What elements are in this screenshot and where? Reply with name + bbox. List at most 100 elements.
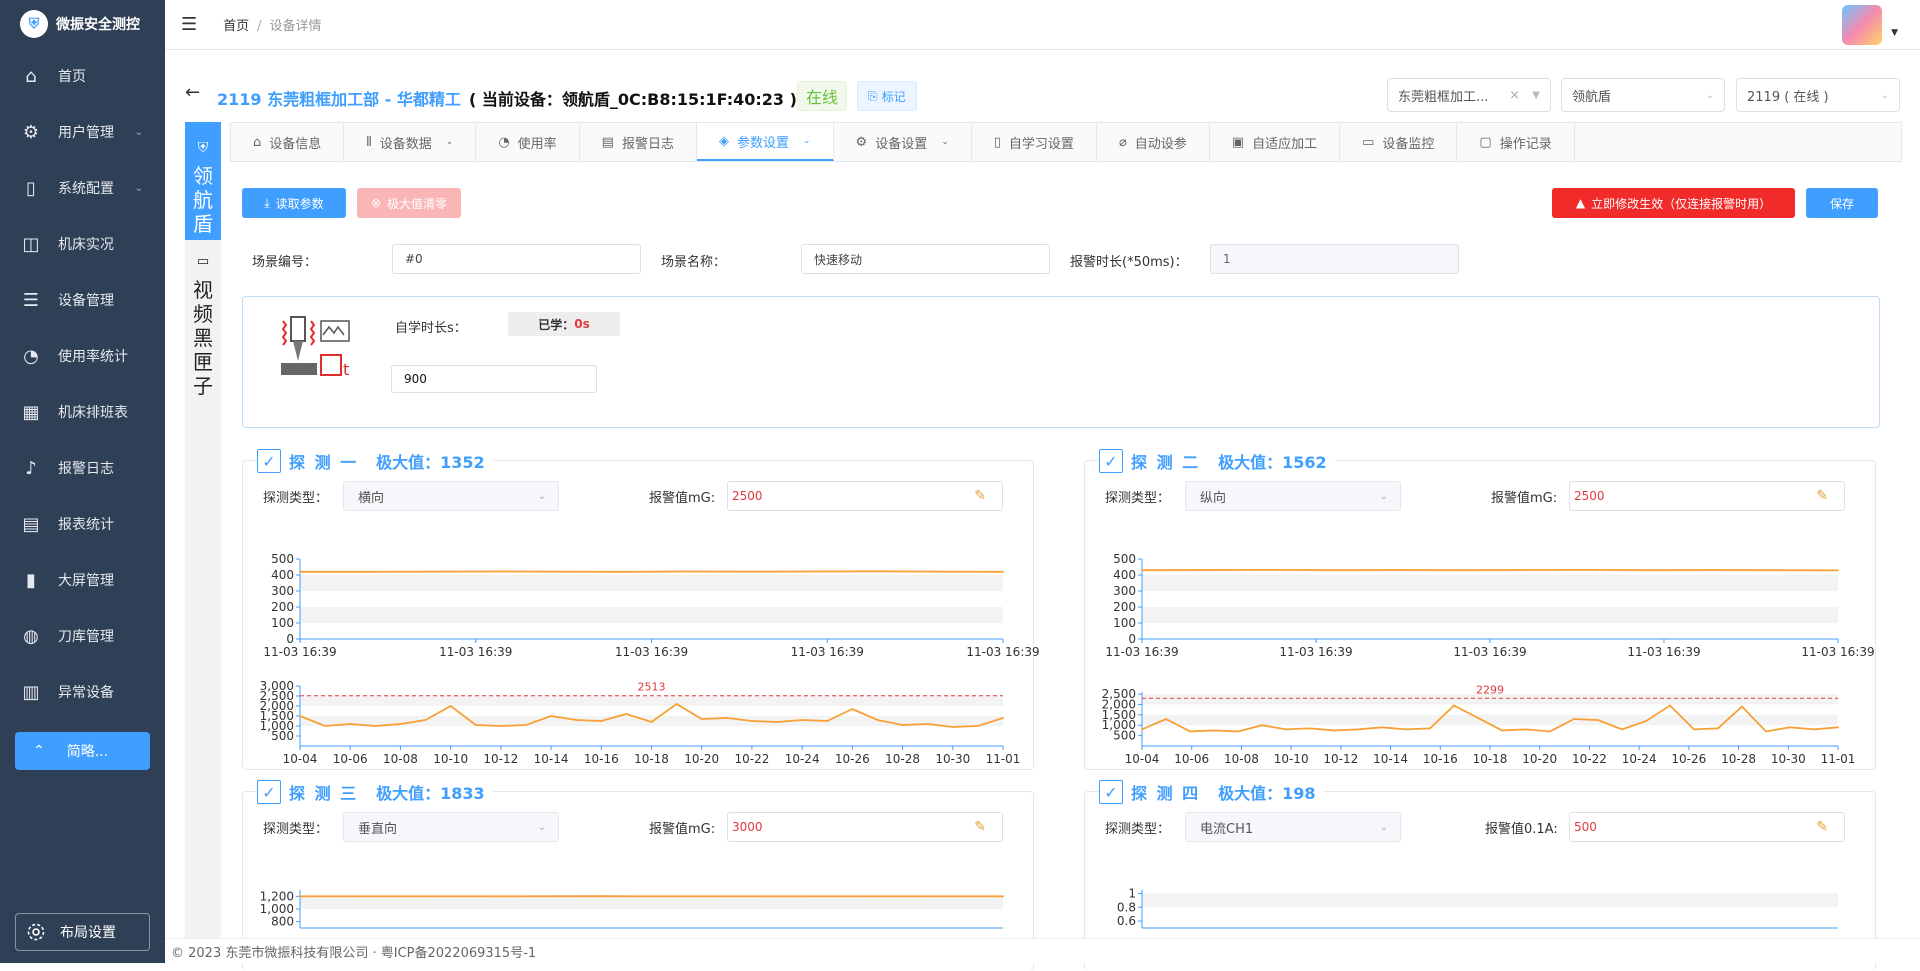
bookmark-icon: ⎘ — [868, 89, 878, 104]
learn-duration-input[interactable]: 900 — [391, 365, 597, 393]
caret-down-icon[interactable]: ▼ — [1891, 28, 1898, 38]
data-point — [746, 571, 748, 573]
grid-band — [1142, 607, 1838, 623]
data-point — [1333, 730, 1335, 732]
sidebar-item-2[interactable]: ▯系统配置⌄ — [0, 160, 165, 216]
edit-pencil-icon[interactable]: ✎ — [974, 488, 986, 504]
tab-3[interactable]: ▤报警日志 — [580, 123, 697, 161]
chevron-down-icon: ⌄ — [1881, 90, 1889, 101]
probe-enable-checkbox[interactable]: ✓ — [257, 780, 281, 804]
alarm-value-input[interactable]: 2500✎ — [727, 481, 1003, 511]
status-badge: 在线 — [797, 81, 847, 111]
apply-now-button[interactable]: ▲立即修改生效（仅连接报警时用） — [1552, 188, 1795, 218]
pie-icon: ◔ — [498, 135, 509, 150]
probe-enable-checkbox[interactable]: ✓ — [257, 449, 281, 473]
device-alert-icon: ▥ — [20, 682, 42, 703]
tab-label: 报警日志 — [622, 133, 674, 152]
data-point — [491, 571, 493, 573]
clear-icon[interactable]: × — [1509, 88, 1520, 103]
data-point — [1237, 731, 1239, 733]
probe-enable-checkbox[interactable]: ✓ — [1099, 449, 1123, 473]
mark-button[interactable]: ⎘标记 — [857, 81, 917, 111]
alarm-value-input[interactable]: 3000 ✎ — [727, 812, 1003, 842]
sidebar-item-7[interactable]: ♪报警日志 — [0, 440, 165, 496]
company-select[interactable]: 东莞粗框加工... × ▼ — [1387, 78, 1551, 112]
tab-8[interactable]: ▣自适应加工 — [1210, 123, 1340, 161]
probe-type-select[interactable]: 垂直向⌄ — [343, 812, 559, 842]
data-point — [1521, 569, 1523, 571]
sidebar-item-4[interactable]: ☰设备管理 — [0, 272, 165, 328]
x-tick-label: 11-03 16:39 — [1801, 645, 1874, 659]
edit-pencil-icon[interactable]: ✎ — [974, 819, 986, 835]
probe-enable-checkbox[interactable]: ✓ — [1099, 780, 1123, 804]
data-point — [575, 719, 577, 721]
data-point — [619, 571, 621, 573]
read-params-button[interactable]: ⤓读取参数 — [242, 188, 346, 218]
vertical-tab-char: 视 — [193, 278, 213, 302]
edit-pencil-icon[interactable]: ✎ — [1816, 819, 1828, 835]
vertical-tab-linghangdun[interactable]: ⛨ 领航盾 — [185, 122, 221, 240]
alarm-value: 3000 — [732, 820, 763, 834]
collapse-sidebar-button[interactable]: ⌃ 简略... — [15, 732, 150, 770]
scene-name-input[interactable]: 快速移动 — [801, 244, 1050, 274]
video-icon: ▭ — [197, 250, 209, 274]
menu-toggle-icon[interactable]: ☰ — [181, 14, 197, 35]
tab-7[interactable]: ⌀自动设参 — [1097, 123, 1210, 161]
app-logo[interactable]: ⛨ 微振安全测控 — [0, 0, 165, 48]
sidebar-item-1[interactable]: ⚙用户管理⌄ — [0, 104, 165, 160]
save-button[interactable]: 保存 — [1806, 188, 1878, 218]
sidebar-item-5[interactable]: ◔使用率统计 — [0, 328, 165, 384]
product-select[interactable]: 领航盾 ⌄ — [1561, 78, 1725, 112]
x-tick-label: 10-14 — [1373, 752, 1408, 766]
data-point — [1837, 569, 1839, 571]
tab-0[interactable]: ⌂设备信息 — [231, 123, 344, 161]
user-avatar[interactable] — [1842, 5, 1882, 45]
tab-9[interactable]: ▭设备监控 — [1340, 123, 1457, 161]
data-point — [1189, 731, 1191, 733]
chart-3: 5001,0001,5002,0002,50010-0410-0610-0810… — [1094, 684, 1870, 778]
alarm-duration-input[interactable]: 1 — [1210, 244, 1459, 274]
sidebar-item-0[interactable]: ⌂首页 — [0, 48, 165, 104]
tab-label: 操作记录 — [1500, 133, 1552, 152]
tab-10[interactable]: ▢操作记录 — [1457, 123, 1574, 161]
layout-settings-button[interactable]: 布局设置 — [15, 913, 150, 951]
back-arrow-icon[interactable]: ← — [185, 82, 200, 103]
scene-no-input[interactable]: #0 — [392, 244, 641, 274]
machine-select[interactable]: 2119 ( 在线 ) ⌄ — [1736, 78, 1900, 112]
probe-type-select[interactable]: 电流CH1⌄ — [1185, 812, 1401, 842]
chevron-down-icon: ⌄ — [538, 491, 546, 502]
alarm-value-input[interactable]: 500✎ — [1569, 812, 1845, 842]
tab-1[interactable]: ⫴设备数据⌄ — [344, 123, 476, 161]
learned-prefix: 已学： — [538, 316, 574, 333]
sidebar-item-label: 机床排班表 — [58, 402, 128, 422]
sidebar-item-10[interactable]: ◍刀库管理 — [0, 608, 165, 664]
x-tick-label: 11-03 16:39 — [1279, 645, 1352, 659]
sidebar-item-8[interactable]: ▤报表统计 — [0, 496, 165, 552]
sidebar-item-6[interactable]: ▦机床排班表 — [0, 384, 165, 440]
tab-6[interactable]: ▯自学习设置 — [972, 123, 1097, 161]
globe-icon: ◍ — [20, 626, 42, 647]
clear-max-button[interactable]: ⊗极大值清零 — [357, 188, 461, 218]
data-point — [1002, 571, 1004, 573]
breadcrumb-current: 设备详情 — [270, 19, 322, 34]
tab-4[interactable]: ◈参数设置⌄ — [697, 123, 834, 161]
data-point — [400, 895, 402, 897]
probe-type-select[interactable]: 横向⌄ — [343, 481, 559, 511]
edit-pencil-icon[interactable]: ✎ — [1816, 488, 1828, 504]
alarm-value-label: 报警值mG: — [649, 487, 715, 506]
sidebar-item-label: 报表统计 — [58, 514, 114, 534]
sidebar-item-3[interactable]: ◫机床实况 — [0, 216, 165, 272]
probe-type-select[interactable]: 纵向⌄ — [1185, 481, 1401, 511]
data-point — [683, 571, 685, 573]
alarm-value-input[interactable]: 2500✎ — [1569, 481, 1845, 511]
tab-2[interactable]: ◔使用率 — [476, 123, 579, 161]
x-tick-label: 10-16 — [584, 752, 619, 766]
sidebar-item-11[interactable]: ▥异常设备 — [0, 664, 165, 720]
x-tick-label: 10-06 — [333, 752, 368, 766]
sidebar-item-9[interactable]: ▮大屏管理 — [0, 552, 165, 608]
grid-band — [1142, 893, 1838, 907]
probe-max-value: 极大值：1352 — [376, 449, 485, 473]
breadcrumb-home[interactable]: 首页 — [223, 19, 249, 34]
tab-5[interactable]: ⚙设备设置⌄ — [834, 123, 972, 161]
vertical-tab-video-blackbox[interactable]: ▭ 视频黑匣子 — [185, 240, 221, 398]
